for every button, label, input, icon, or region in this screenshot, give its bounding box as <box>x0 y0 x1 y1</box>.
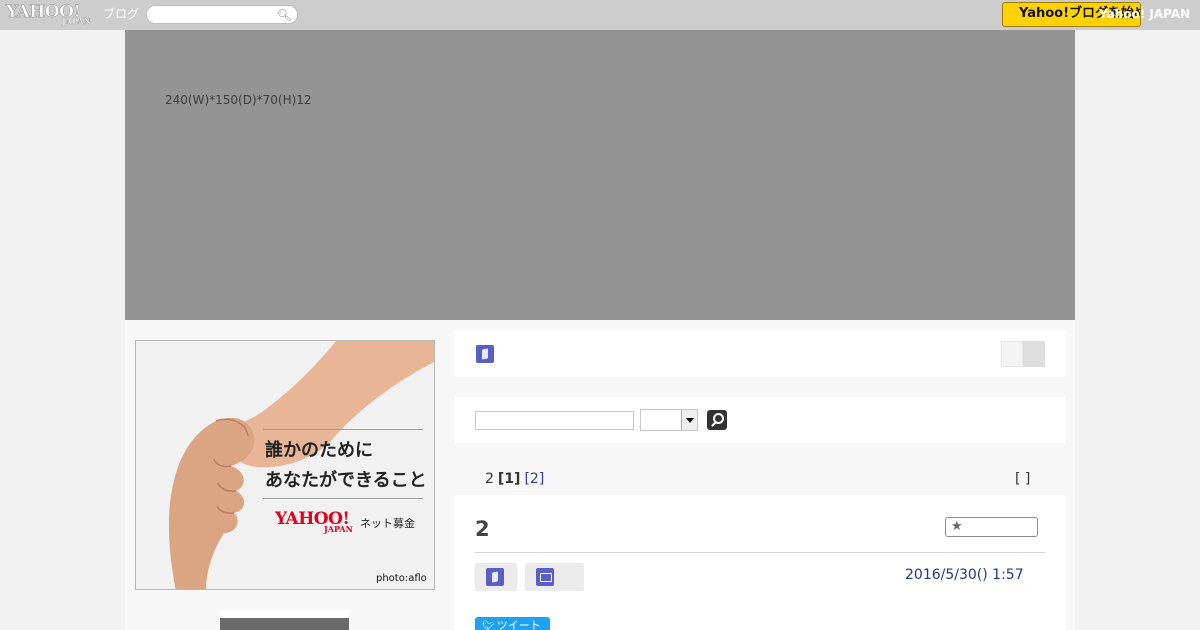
blog-search-button[interactable] <box>707 410 727 430</box>
pager-next-page[interactable]: [2] <box>524 471 544 487</box>
ad-divider-bottom <box>263 498 423 499</box>
twitter-bird-icon: 🐦︎ <box>482 621 495 630</box>
book-icon[interactable] <box>476 345 494 363</box>
yahoo-japan-link[interactable]: Yahoo! JAPAN <box>1099 6 1190 22</box>
pager-current-page: [1] <box>497 471 521 487</box>
article-title[interactable]: 2 <box>475 516 490 542</box>
search-icon[interactable]: 🔍︎ <box>277 7 292 23</box>
yahoo-blog-logo[interactable]: YAHOO! JAPAN ブログ <box>6 2 142 28</box>
favorite-button[interactable]: ★ <box>945 517 1038 537</box>
blog-search-card <box>455 397 1065 443</box>
book-icon <box>486 568 504 586</box>
article-divider <box>475 552 1045 553</box>
ad-divider-top <box>263 429 423 430</box>
logo-blog-text: ブログ <box>103 7 140 21</box>
thumbnail-image <box>220 618 349 630</box>
ad-photo-credit: photo:aflo <box>376 573 427 584</box>
star-icon: ★ <box>951 519 963 534</box>
top-bar: YAHOO! JAPAN ブログ 🔍︎ Yahoo!ブログを始める Yahoo!… <box>0 0 1200 30</box>
ad-headline-1: 誰かのために <box>265 440 373 461</box>
ad-service-text: ネット募金 <box>360 517 415 530</box>
top-search-field[interactable]: 🔍︎ <box>146 5 298 24</box>
blog-info-card <box>455 330 1065 377</box>
article-folder-chip[interactable] <box>525 563 584 591</box>
view-toggle-left[interactable] <box>1001 341 1023 367</box>
article-card: 2 ★ 2016/5/30() 1:57 🐦︎ ツイート <box>455 495 1065 630</box>
blog-search-input[interactable] <box>475 411 634 430</box>
folder-icon <box>536 568 554 586</box>
ad-japan-text: JAPAN <box>324 524 353 534</box>
blog-header: 240(W)*150(D)*70(H)12 <box>125 30 1075 320</box>
pager: 2 [1] [2] <box>485 470 544 488</box>
tweet-label: ツイート <box>496 619 541 630</box>
tweet-button[interactable]: 🐦︎ ツイート <box>475 617 550 630</box>
article-theme-chip[interactable] <box>475 563 517 591</box>
logo-japan-text: JAPAN <box>62 16 91 26</box>
pager-count: 2 <box>485 471 494 487</box>
article-date: 2016/5/30() 1:57 <box>905 567 1024 583</box>
blog-description: 240(W)*150(D)*70(H)12 <box>165 93 312 107</box>
dropdown-arrow-icon[interactable] <box>681 410 697 430</box>
sidebar-thumbnail[interactable] <box>220 610 350 630</box>
blog-search-select[interactable] <box>640 409 698 431</box>
pager-bracket-link[interactable]: [ ] <box>1015 470 1030 488</box>
view-toggle[interactable] <box>1001 341 1045 367</box>
ad-banner[interactable]: 誰かのために あなたができること YAHOO! JAPAN ネット募金 phot… <box>135 340 435 590</box>
ad-headline-2: あなたができること <box>265 470 427 491</box>
view-toggle-right[interactable] <box>1023 341 1045 367</box>
